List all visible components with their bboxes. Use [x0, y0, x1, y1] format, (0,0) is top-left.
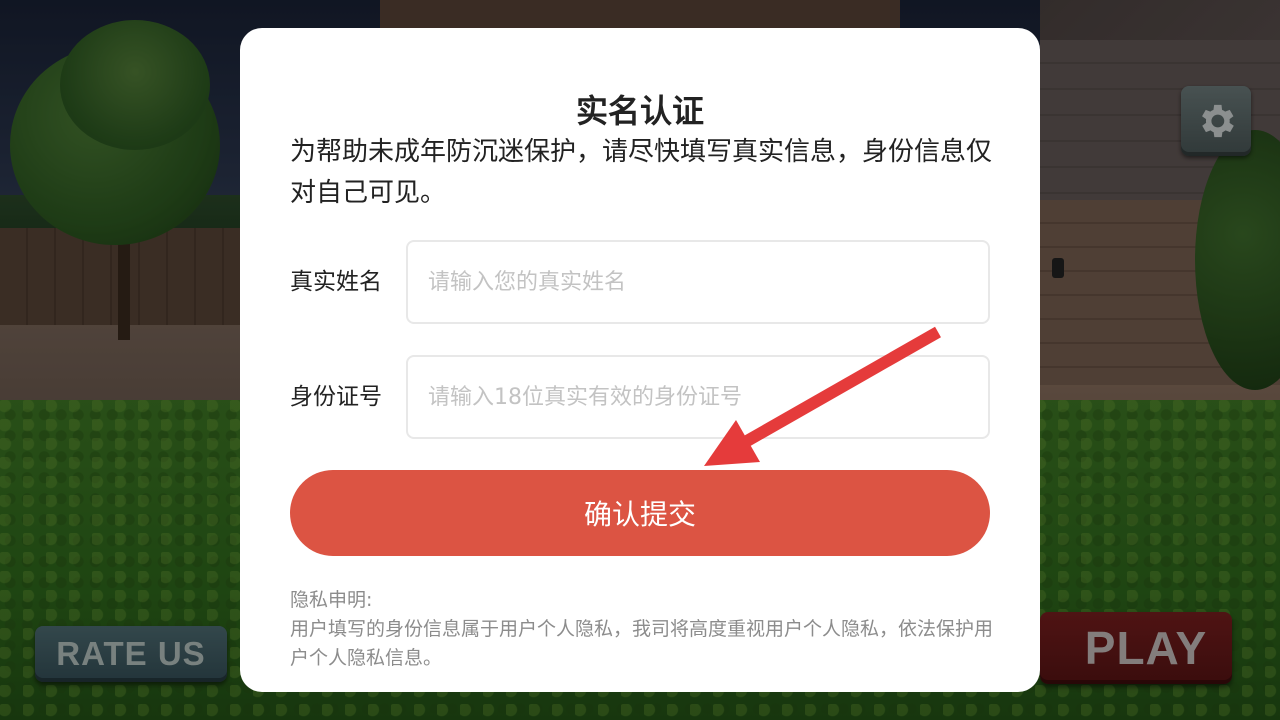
name-field-label: 真实姓名	[290, 269, 382, 295]
real-name-input[interactable]	[406, 240, 990, 324]
dialog-description: 为帮助未成年防沉迷保护，请尽快填写真实信息，身份信息仅对自己可见。	[290, 137, 993, 208]
name-field-row: 真实姓名	[290, 240, 990, 324]
id-field-label: 身份证号	[290, 384, 382, 410]
submit-button[interactable]: 确认提交	[290, 470, 990, 556]
real-name-verification-dialog: 实名认证 为帮助未成年防沉迷保护，请尽快填写真实信息，身份信息仅对自己可见。 真…	[240, 28, 1040, 692]
id-number-input[interactable]	[406, 355, 990, 439]
id-field-row: 身份证号	[290, 355, 990, 439]
dialog-title: 实名认证	[575, 92, 704, 130]
privacy-statement: 隐私申明: 用户填写的身份信息属于用户个人隐私，我司将高度重视用户个人隐私，依法…	[290, 586, 994, 673]
privacy-title: 隐私申明:	[290, 589, 373, 611]
privacy-text: 用户填写的身份信息属于用户个人隐私，我司将高度重视用户个人隐私，依法保护用户个人…	[290, 618, 994, 669]
